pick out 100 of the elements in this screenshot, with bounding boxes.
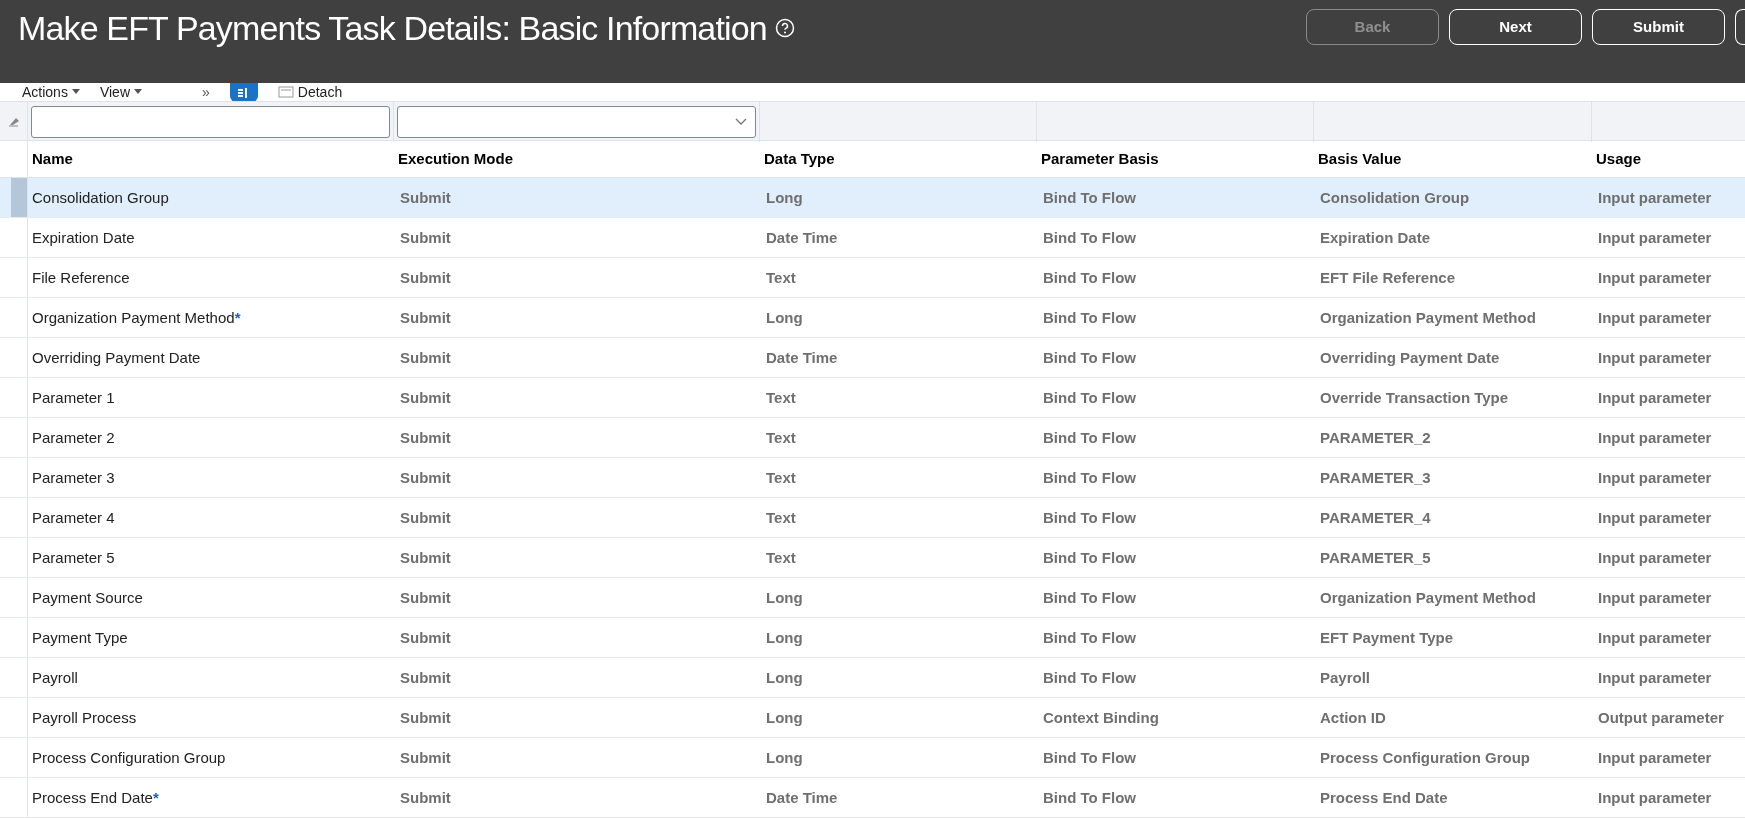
chevron-down-icon <box>735 118 747 126</box>
table-cell-text: Input parameter <box>1598 348 1712 369</box>
table-row[interactable]: File Reference Submit Text Bind To Flow EFT File Reference Input parameter <box>0 258 1745 298</box>
table-cell-text: Submit <box>400 188 451 209</box>
table-cell-text: Bind To Flow <box>1043 748 1137 769</box>
toolbar-menu[interactable]: View <box>99 83 142 101</box>
table-cell-text: Long <box>766 748 803 769</box>
table-cell-text: Long <box>766 588 803 609</box>
table-cell-text: Text <box>766 548 796 569</box>
table-row[interactable]: Payment Source Submit Long Bind To Flow Organization Payment Method Input parameter <box>0 578 1745 618</box>
table-row[interactable]: Payroll Submit Long Bind To Flow Payroll Input parameter <box>0 658 1745 698</box>
column-header[interactable]: Usage <box>1596 147 1642 171</box>
table-row[interactable]: Process End Date* Submit Date Time Bind To Flow Process End Date Input parameter <box>0 778 1745 818</box>
freeze-toggle-icon[interactable] <box>229 83 258 101</box>
table-cell-text: Bind To Flow <box>1043 428 1137 449</box>
name-cell-text: Parameter 4 <box>32 508 115 528</box>
table-cell-text: Bind To Flow <box>1043 268 1137 289</box>
table-cell-text: Bind To Flow <box>1043 468 1137 489</box>
table-cell-text: Input parameter <box>1598 548 1712 569</box>
table-cell-text: Payroll <box>1320 668 1371 689</box>
caret-icon <box>71 89 80 95</box>
table-cell-text: Input parameter <box>1598 508 1712 529</box>
table-cell-text: Bind To Flow <box>1043 668 1137 689</box>
table-cell-text: Organization Payment Method <box>1320 588 1536 609</box>
page-title: Make EFT Payments Task Details: Basic Information <box>18 8 767 49</box>
name-cell-text: Process Configuration Group <box>32 748 226 768</box>
table-cell-text: Input parameter <box>1598 468 1712 489</box>
header-button[interactable]: Submit <box>1592 9 1725 45</box>
table-cell-text: Input parameter <box>1598 428 1712 449</box>
table-cell-text: Input parameter <box>1598 588 1712 609</box>
table-row[interactable]: Process Configuration Group Submit Long Bind To Flow Process Configuration Group Input parameter <box>0 738 1745 778</box>
table-cell-text: Output parameter <box>1598 708 1724 729</box>
name-cell-text: Parameter 5 <box>32 548 115 568</box>
help-icon[interactable] <box>774 18 795 38</box>
table-cell-text: Input parameter <box>1598 388 1712 409</box>
table-cell-text: Expiration Date <box>1320 228 1431 249</box>
table-cell-text: Long <box>766 188 803 209</box>
name-cell-text: File Reference <box>32 268 130 288</box>
table-row[interactable]: Payroll Process Submit Long Context Binding Action ID Output parameter <box>0 698 1745 738</box>
clear-filter-icon[interactable] <box>7 115 20 127</box>
table-cell-text: Submit <box>400 428 451 449</box>
table-cell-text: Bind To Flow <box>1043 508 1137 529</box>
name-cell-text: Payroll Process <box>32 708 137 728</box>
header-button[interactable] <box>1735 9 1745 45</box>
table-row[interactable]: Payment Type Submit Long Bind To Flow EFT Payment Type Input parameter <box>0 618 1745 658</box>
overflow-button[interactable]: » <box>202 83 210 101</box>
table-cell-text: Date Time <box>766 788 838 809</box>
table-row[interactable]: Overriding Payment Date Submit Date Time Bind To Flow Overriding Payment Date Input parameter <box>0 338 1745 378</box>
column-header[interactable]: Basis Value <box>1318 147 1402 171</box>
table-cell-text: Consolidation Group <box>1320 188 1470 209</box>
table-cell-text: Input parameter <box>1598 268 1712 289</box>
detach-button[interactable]: Detach <box>277 83 343 101</box>
table-row[interactable]: Parameter 5 Submit Text Bind To Flow PARAMETER_5 Input parameter <box>0 538 1745 578</box>
table-cell-text: Bind To Flow <box>1043 188 1137 209</box>
table-cell-text: Text <box>766 468 796 489</box>
table-cell-text: Bind To Flow <box>1043 388 1137 409</box>
table-cell-text: Submit <box>400 588 451 609</box>
table-cell-text: Text <box>766 508 796 529</box>
table-cell-text: Submit <box>400 308 451 329</box>
table-cell-text: Date Time <box>766 228 838 249</box>
table-row[interactable]: Parameter 4 Submit Text Bind To Flow PARAMETER_4 Input parameter <box>0 498 1745 538</box>
table-cell-text: Action ID <box>1320 708 1386 729</box>
table-cell-text: Bind To Flow <box>1043 308 1137 329</box>
row-selector[interactable] <box>11 178 28 217</box>
name-filter-field[interactable] <box>31 106 390 138</box>
table-cell-text: Input parameter <box>1598 748 1712 769</box>
table-cell-text: Bind To Flow <box>1043 348 1137 369</box>
table-row[interactable]: Parameter 3 Submit Text Bind To Flow PARAMETER_3 Input parameter <box>0 458 1745 498</box>
table-cell-text: EFT File Reference <box>1320 268 1456 289</box>
table-cell-text: Submit <box>400 708 451 729</box>
column-header[interactable]: Parameter Basis <box>1041 147 1159 171</box>
table-cell-text: Submit <box>400 548 451 569</box>
table-cell-text: Submit <box>400 668 451 689</box>
table-cell-text: Submit <box>400 788 451 809</box>
table-cell-text: Bind To Flow <box>1043 588 1137 609</box>
column-header[interactable]: Data Type <box>764 147 835 171</box>
header-button[interactable]: Next <box>1449 9 1582 45</box>
table-row[interactable]: Parameter 1 Submit Text Bind To Flow Override Transaction Type Input parameter <box>0 378 1745 418</box>
table-cell-text: Process End Date <box>1320 788 1448 809</box>
name-cell-text: Parameter 3 <box>32 468 115 488</box>
column-header[interactable]: Name <box>32 147 73 171</box>
table-cell-text: Long <box>766 668 803 689</box>
table-cell-text: Context Binding <box>1043 708 1159 729</box>
table-cell-text: Submit <box>400 508 451 529</box>
table-cell-text: Submit <box>400 268 451 289</box>
name-cell-text: Organization Payment Method* <box>32 308 241 328</box>
table-cell-text: Submit <box>400 348 451 369</box>
table-row[interactable]: Parameter 2 Submit Text Bind To Flow PARAMETER_2 Input parameter <box>0 418 1745 458</box>
table-cell-text: Submit <box>400 468 451 489</box>
table-cell-text: Text <box>766 268 796 289</box>
table-row[interactable]: Organization Payment Method* Submit Long Bind To Flow Organization Payment Method Input parameter <box>0 298 1745 338</box>
table-cell-text: Submit <box>400 228 451 249</box>
table-row[interactable]: Consolidation Group Submit Long Bind To Flow Consolidation Group Input parameter <box>0 178 1745 218</box>
table-cell-text: PARAMETER_5 <box>1320 548 1431 569</box>
column-header[interactable]: Execution Mode <box>398 147 513 171</box>
caret-icon <box>134 89 142 95</box>
table-cell-text: Input parameter <box>1598 788 1712 809</box>
toolbar-menu[interactable]: Actions <box>22 83 80 101</box>
table-row[interactable]: Expiration Date Submit Date Time Bind To Flow Expiration Date Input parameter <box>0 218 1745 258</box>
execution-mode-filter-dropdown[interactable] <box>397 106 756 138</box>
